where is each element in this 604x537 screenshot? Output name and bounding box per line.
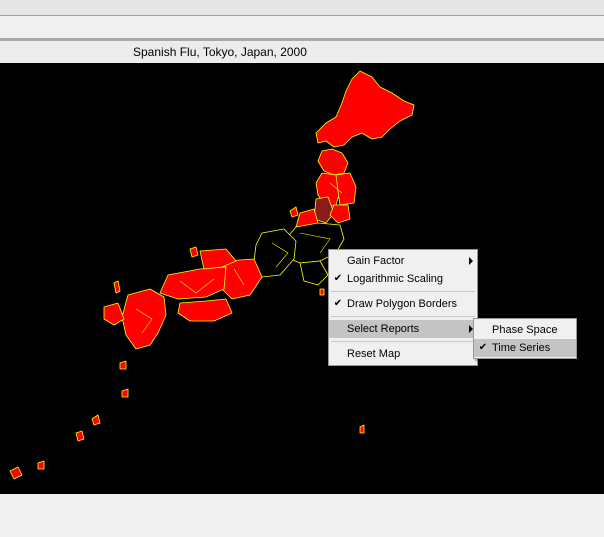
menu-separator (331, 291, 475, 292)
southern-island-3 (91, 414, 101, 426)
tohoku-east-region (335, 172, 357, 206)
kyushu-region (121, 288, 167, 350)
japan-map[interactable] (0, 63, 604, 494)
submenu-arrow-icon (469, 257, 473, 265)
map-title: Spanish Flu, Tokyo, Japan, 2000 (133, 45, 307, 59)
menu-item-select-reports[interactable]: Select Reports (329, 320, 477, 338)
menu-separator (331, 341, 475, 342)
chugoku-region (159, 266, 227, 300)
southern-island-1 (119, 360, 127, 370)
hokkaido-region (315, 70, 415, 148)
tsushima-island (113, 280, 121, 294)
menu-item-gain-factor[interactable]: Gain Factor (329, 252, 477, 270)
toolbar-strip (0, 16, 604, 41)
nagasaki-region (103, 302, 125, 326)
checkmark-icon: ✔ (333, 298, 343, 309)
tokyo-bay-region (299, 260, 329, 286)
sado-island (289, 206, 299, 218)
submenu-item-time-series[interactable]: ✔ Time Series (474, 339, 576, 357)
okinawa-island (9, 466, 23, 480)
bottom-panel (0, 494, 604, 537)
miyagi-region (329, 204, 351, 224)
context-menu: Gain Factor ✔ Logarithmic Scaling ✔ Draw… (328, 249, 478, 366)
menu-separator (331, 316, 475, 317)
checkmark-icon: ✔ (478, 342, 488, 353)
shikoku-region (177, 298, 233, 322)
submenu-item-phase-space[interactable]: Phase Space (474, 321, 576, 339)
map-title-bar: Spanish Flu, Tokyo, Japan, 2000 (0, 41, 604, 63)
reports-submenu: Phase Space ✔ Time Series (473, 318, 577, 359)
izu-islands (319, 288, 325, 296)
map-canvas[interactable]: Gain Factor ✔ Logarithmic Scaling ✔ Draw… (0, 63, 604, 494)
top-strip (0, 0, 604, 16)
southern-island-4 (75, 430, 85, 442)
checkmark-icon: ✔ (333, 273, 343, 284)
aomori-region (317, 148, 349, 176)
menu-item-logarithmic-scaling[interactable]: ✔ Logarithmic Scaling (329, 270, 477, 288)
menu-item-draw-polygon-borders[interactable]: ✔ Draw Polygon Borders (329, 295, 477, 313)
menu-item-reset-map[interactable]: Reset Map (329, 345, 477, 363)
southern-island-5 (37, 460, 45, 470)
eastern-island (359, 424, 365, 434)
southern-island-2 (121, 388, 129, 398)
oki-islands (189, 246, 199, 258)
chubu-region (253, 228, 297, 278)
